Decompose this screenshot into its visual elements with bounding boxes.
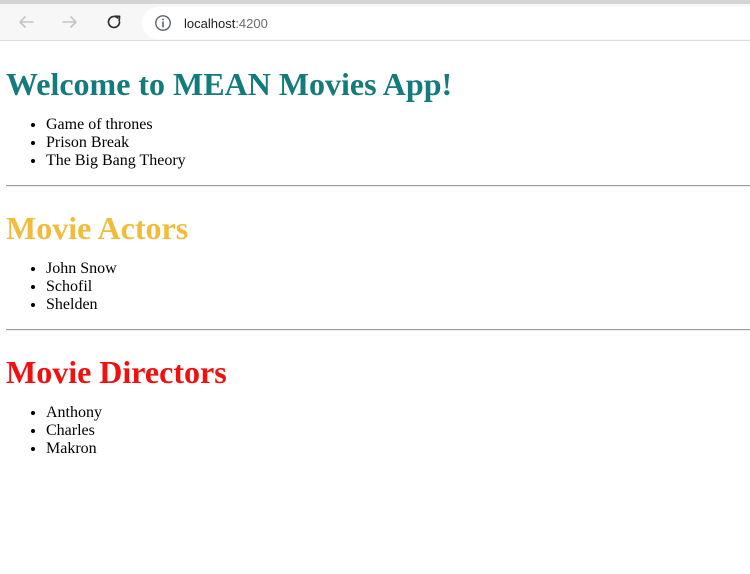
url-port: :4200 [235,15,268,31]
info-icon[interactable] [154,14,172,32]
url-host: localhost [184,15,236,31]
list-item: Charles [46,422,750,440]
list-item: The Big Bang Theory [46,152,750,170]
list-item: Shelden [46,296,750,314]
actors-section: Movie Actors John Snow Schofil Shelden [6,187,750,314]
list-item: Anthony [46,404,750,422]
back-button[interactable] [8,6,44,38]
page-content: Welcome to MEAN Movies App! Game of thro… [0,41,750,458]
directors-section: Movie Directors Anthony Charles Makron [6,331,750,458]
browser-toolbar: localhost:4200 [0,4,750,41]
forward-button[interactable] [52,6,88,38]
reload-icon [107,15,121,29]
directors-heading: Movie Directors [6,354,227,390]
directors-list: Anthony Charles Makron [6,404,750,458]
list-item: Makron [46,440,750,458]
shows-section: Welcome to MEAN Movies App! Game of thro… [6,41,750,170]
list-item: Schofil [46,278,750,296]
address-bar[interactable]: localhost:4200 [142,7,750,39]
shows-list: Game of thrones Prison Break The Big Ban… [6,116,750,170]
actors-heading: Movie Actors [6,210,189,246]
reload-button[interactable] [96,6,132,38]
list-item: John Snow [46,260,750,278]
welcome-heading: Welcome to MEAN Movies App! [6,66,453,102]
arrow-left-icon [19,16,34,28]
arrow-right-icon [62,16,77,28]
actors-list: John Snow Schofil Shelden [6,260,750,314]
list-item: Game of thrones [46,116,750,134]
list-item: Prison Break [46,134,750,152]
